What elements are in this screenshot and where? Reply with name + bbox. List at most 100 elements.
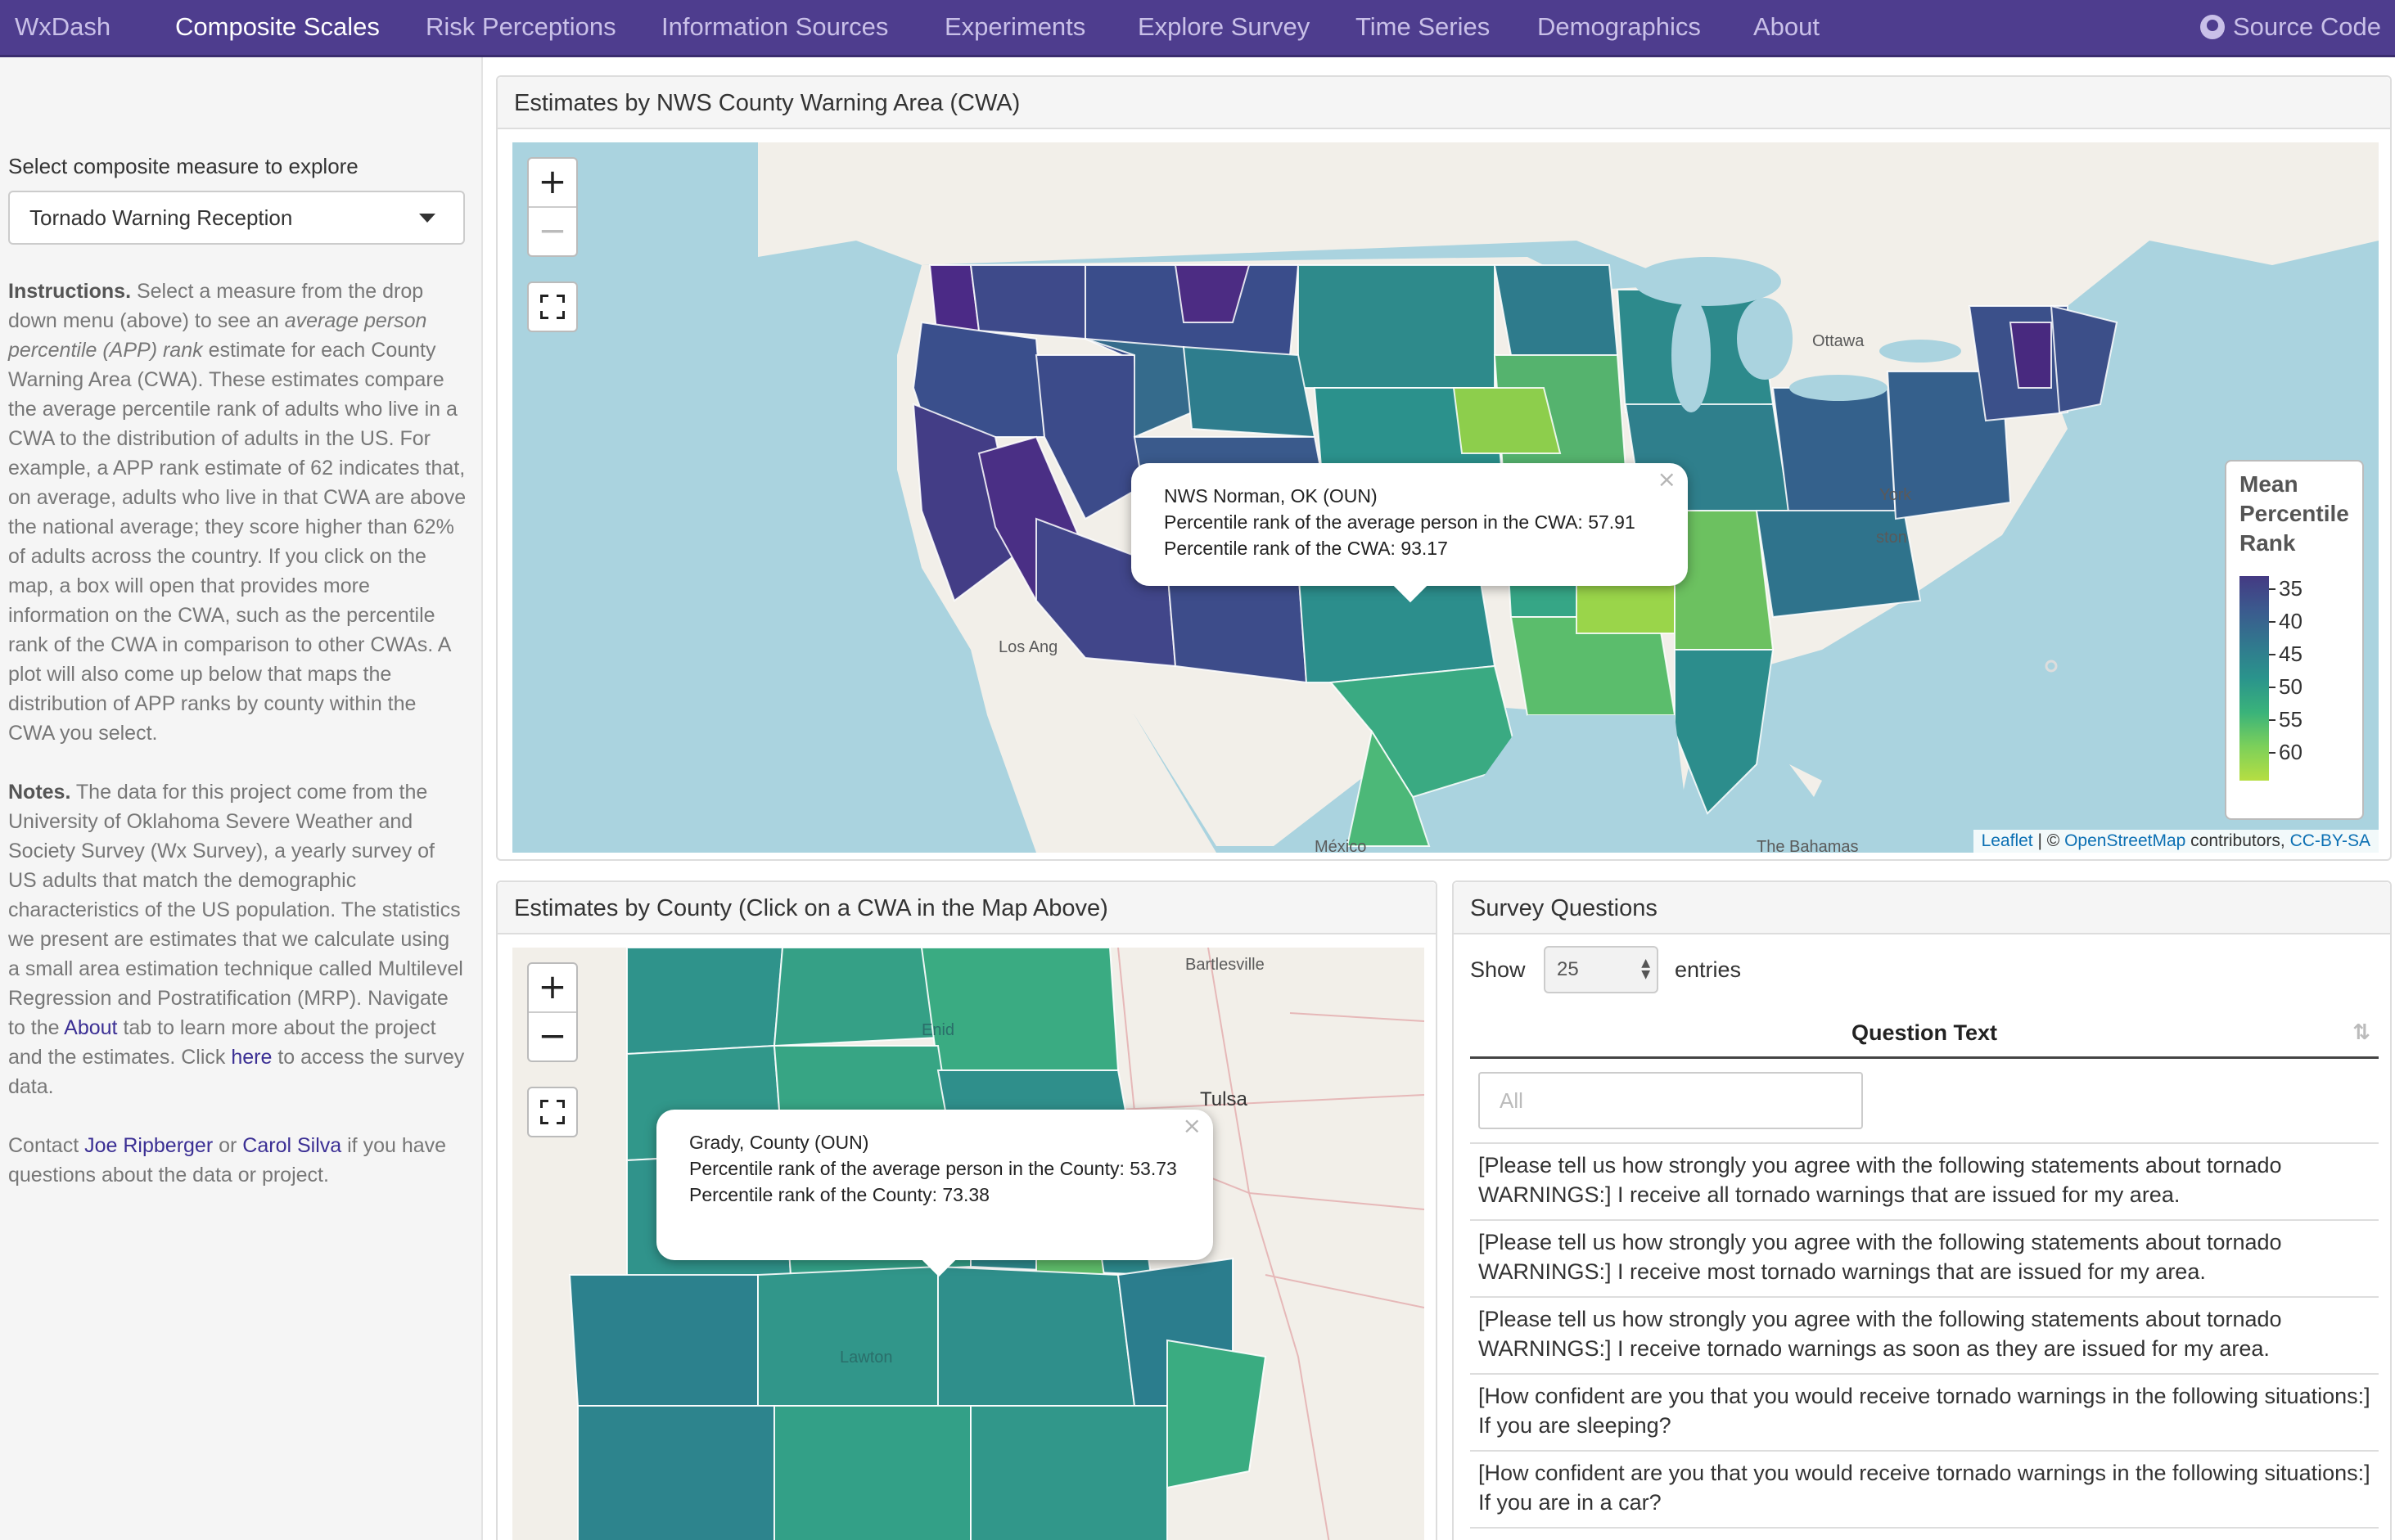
county-popup-name: Grady, County (OUN) — [689, 1132, 869, 1153]
cwa-region-wa — [969, 264, 1086, 340]
island-1 — [2045, 660, 2058, 673]
county-region-n2 — [920, 948, 1120, 1071]
leaflet-link[interactable]: Leaflet — [1982, 831, 2033, 850]
close-icon[interactable]: × — [1658, 466, 1676, 493]
map-label-enid: Enid — [922, 1021, 955, 1039]
lake-erie — [1789, 375, 1888, 401]
legend-color-bar — [2239, 576, 2269, 781]
county-region-s2 — [774, 1405, 972, 1540]
instructions-text: Instructions. Select a measure from the … — [8, 277, 467, 748]
cwa-region-wy — [1182, 345, 1316, 439]
cwa-region-fl — [1674, 649, 1775, 815]
map-attribution: Leaflet | © OpenStreetMap contributors, … — [1973, 830, 2379, 853]
close-icon[interactable]: × — [1183, 1113, 1202, 1139]
map-label-bartlesville: Bartlesville — [1185, 956, 1265, 974]
map-label-los-angeles: Los Ang — [999, 638, 1058, 656]
legend-tick: 60 — [2269, 740, 2303, 765]
page-length-select[interactable]: 25 ▲ ▼ — [1544, 946, 1658, 993]
fullscreen-icon[interactable] — [527, 1087, 578, 1137]
county-region-c3 — [757, 1265, 939, 1407]
legend-tick: 55 — [2269, 707, 2303, 732]
legend-tick: 35 — [2269, 576, 2303, 601]
nav-tab-experiments[interactable]: Experiments — [945, 0, 1085, 54]
brand-link[interactable]: WxDash — [15, 0, 111, 54]
zoom-out-button[interactable]: − — [529, 208, 576, 255]
entries-label: entries — [1675, 957, 1742, 982]
cwa-popup-name: NWS Norman, OK (OUN) — [1164, 485, 1378, 507]
osm-link[interactable]: OpenStreetMap — [2064, 831, 2185, 850]
county-region-se — [1166, 1339, 1267, 1489]
chevron-down-icon — [419, 214, 435, 223]
instructions-part-b: estimate for each County Warning Area (C… — [8, 339, 467, 745]
survey-data-link[interactable]: here — [231, 1046, 272, 1069]
top-navbar: WxDash Composite Scales Risk Perceptions… — [0, 0, 2395, 57]
county-region-w3 — [568, 1274, 759, 1407]
map-label-mexico: México — [1315, 838, 1367, 853]
map-label-york: York — [1879, 486, 1912, 504]
table-row[interactable]: [How confident are you that you would re… — [1470, 1450, 2379, 1524]
sidebar: Select composite measure to explore Torn… — [0, 57, 483, 1540]
cwa-map[interactable]: Ottawa York Los Ang ston México The Baha… — [512, 142, 2379, 853]
cwa-region-ga — [1674, 510, 1775, 651]
map-label-tulsa: Tulsa — [1200, 1088, 1247, 1110]
nav-tab-risk-perceptions[interactable]: Risk Perceptions — [426, 0, 616, 54]
cwa-region-ks-bright — [1452, 387, 1562, 454]
source-code-label: Source Code — [2233, 12, 2381, 41]
table-row[interactable]: [Please tell us how strongly you agree w… — [1470, 1219, 2379, 1293]
source-code-link[interactable]: Source Code — [2200, 0, 2381, 54]
nav-tab-explore-survey[interactable]: Explore Survey — [1138, 0, 1310, 54]
cwa-region-dakotas — [1297, 264, 1495, 389]
table-row[interactable]: [Please tell us how strongly you agree w… — [1470, 1142, 2379, 1216]
select-arrows-icon: ▲ ▼ — [1641, 957, 1650, 981]
column-filter-input[interactable]: All — [1478, 1072, 1863, 1129]
measure-select[interactable]: Tornado Warning Reception — [8, 191, 465, 245]
cwa-region-mn — [1493, 264, 1619, 356]
zoom-out-button[interactable]: − — [529, 1013, 576, 1060]
zoom-in-button[interactable]: + — [529, 159, 576, 206]
lake-superior — [1634, 257, 1781, 306]
county-map[interactable]: Bartlesville Tulsa Enid Lawton + − × Gra… — [512, 948, 1424, 1540]
nav-tab-time-series[interactable]: Time Series — [1355, 0, 1490, 54]
contact-link-ripberger[interactable]: Joe Ripberger — [84, 1134, 213, 1157]
nav-tab-demographics[interactable]: Demographics — [1537, 0, 1701, 54]
fullscreen-icon[interactable] — [527, 281, 578, 332]
nav-tab-information-sources[interactable]: Information Sources — [661, 0, 888, 54]
bahamas-land — [1789, 764, 1822, 797]
cwa-popup-rank: Percentile rank of the CWA: 93.17 — [1164, 538, 1448, 559]
survey-panel: Survey Questions Show 25 ▲ ▼ entries Ques… — [1452, 880, 2392, 1540]
map-label-lawton: Lawton — [840, 1349, 893, 1367]
contact-or: or — [219, 1134, 237, 1157]
cwa-region-oh-ky — [1771, 387, 1897, 520]
nav-tab-about[interactable]: About — [1753, 0, 1820, 54]
column-header-question-text[interactable]: Question Text ⇅ — [1470, 1011, 2379, 1059]
instructions-title: Instructions. — [8, 280, 132, 303]
county-region-n1 — [773, 948, 940, 1047]
nav-tab-composite-scales[interactable]: Composite Scales — [175, 0, 380, 54]
table-row[interactable]: [Please tell us how strongly you agree w… — [1470, 1296, 2379, 1370]
table-row[interactable]: [How confident are you that you would re… — [1470, 1527, 2379, 1540]
notes-text: Notes. The data for this project come fr… — [8, 777, 467, 1101]
legend-tick: 50 — [2269, 674, 2303, 700]
about-link[interactable]: About — [64, 1016, 117, 1039]
county-panel-title: Estimates by County (Click on a CWA in t… — [498, 882, 1436, 934]
contact-text: Contact Joe Ripberger or Carol Silva if … — [8, 1131, 467, 1190]
cc-by-sa-link[interactable]: CC-BY-SA — [2290, 831, 2370, 850]
map-label-boston: ston — [1876, 529, 1907, 547]
county-popup-app: Percentile rank of the average person in… — [689, 1158, 1177, 1179]
github-icon — [2200, 15, 2225, 39]
zoom-in-button[interactable]: + — [529, 964, 576, 1011]
sort-icon[interactable]: ⇅ — [2352, 1011, 2370, 1054]
table-row[interactable]: [How confident are you that you would re… — [1470, 1373, 2379, 1447]
contact-link-silva[interactable]: Carol Silva — [242, 1134, 341, 1157]
contact-part-a: Contact — [8, 1134, 79, 1157]
page-length-control: Show 25 ▲ ▼ entries — [1470, 946, 1741, 993]
cwa-region-vt — [2009, 322, 2052, 389]
legend-tick: 40 — [2269, 609, 2303, 634]
cwa-panel-title: Estimates by NWS County Warning Area (CW… — [498, 77, 2390, 129]
map-label-ottawa: Ottawa — [1812, 332, 1865, 350]
measure-select-value: Tornado Warning Reception — [29, 205, 293, 230]
county-region-s1 — [577, 1405, 775, 1540]
cwa-region-ne-coast — [2050, 304, 2118, 414]
lake-michigan — [1671, 298, 1711, 412]
show-label: Show — [1470, 957, 1526, 982]
